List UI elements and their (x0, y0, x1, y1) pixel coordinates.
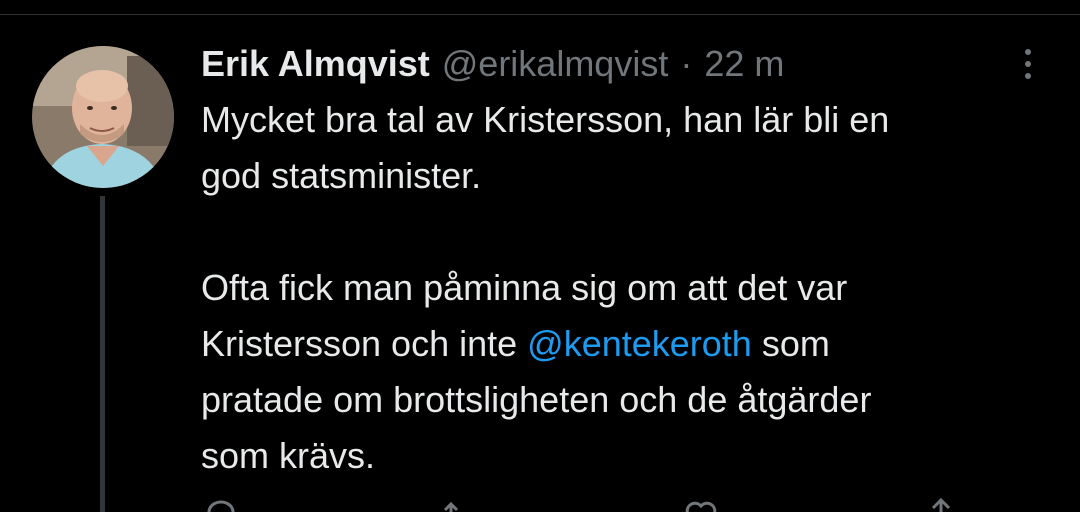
thread-line (100, 196, 105, 512)
retweet-icon[interactable] (441, 494, 481, 512)
avatar[interactable] (32, 46, 174, 188)
share-icon[interactable] (921, 494, 961, 512)
avatar-image (32, 46, 174, 188)
tweet-header: Erik Almqvist @erikalmqvist · 22 m (201, 40, 784, 88)
tweet[interactable]: Erik Almqvist @erikalmqvist · 22 m Mycke… (0, 0, 1080, 512)
heart-icon[interactable] (681, 494, 721, 512)
divider (0, 14, 1080, 15)
user-handle[interactable]: @erikalmqvist (442, 43, 669, 85)
action-bar (201, 494, 961, 512)
display-name[interactable]: Erik Almqvist (201, 43, 430, 85)
tweet-text: Mycket bra tal av Kristersson, han lär b… (201, 92, 1041, 484)
reply-icon[interactable] (201, 494, 241, 512)
timestamp[interactable]: 22 m (704, 43, 784, 85)
separator-dot: · (680, 43, 693, 84)
mention-link[interactable]: @kentekeroth (527, 323, 752, 364)
more-vertical-icon[interactable] (1010, 44, 1046, 84)
